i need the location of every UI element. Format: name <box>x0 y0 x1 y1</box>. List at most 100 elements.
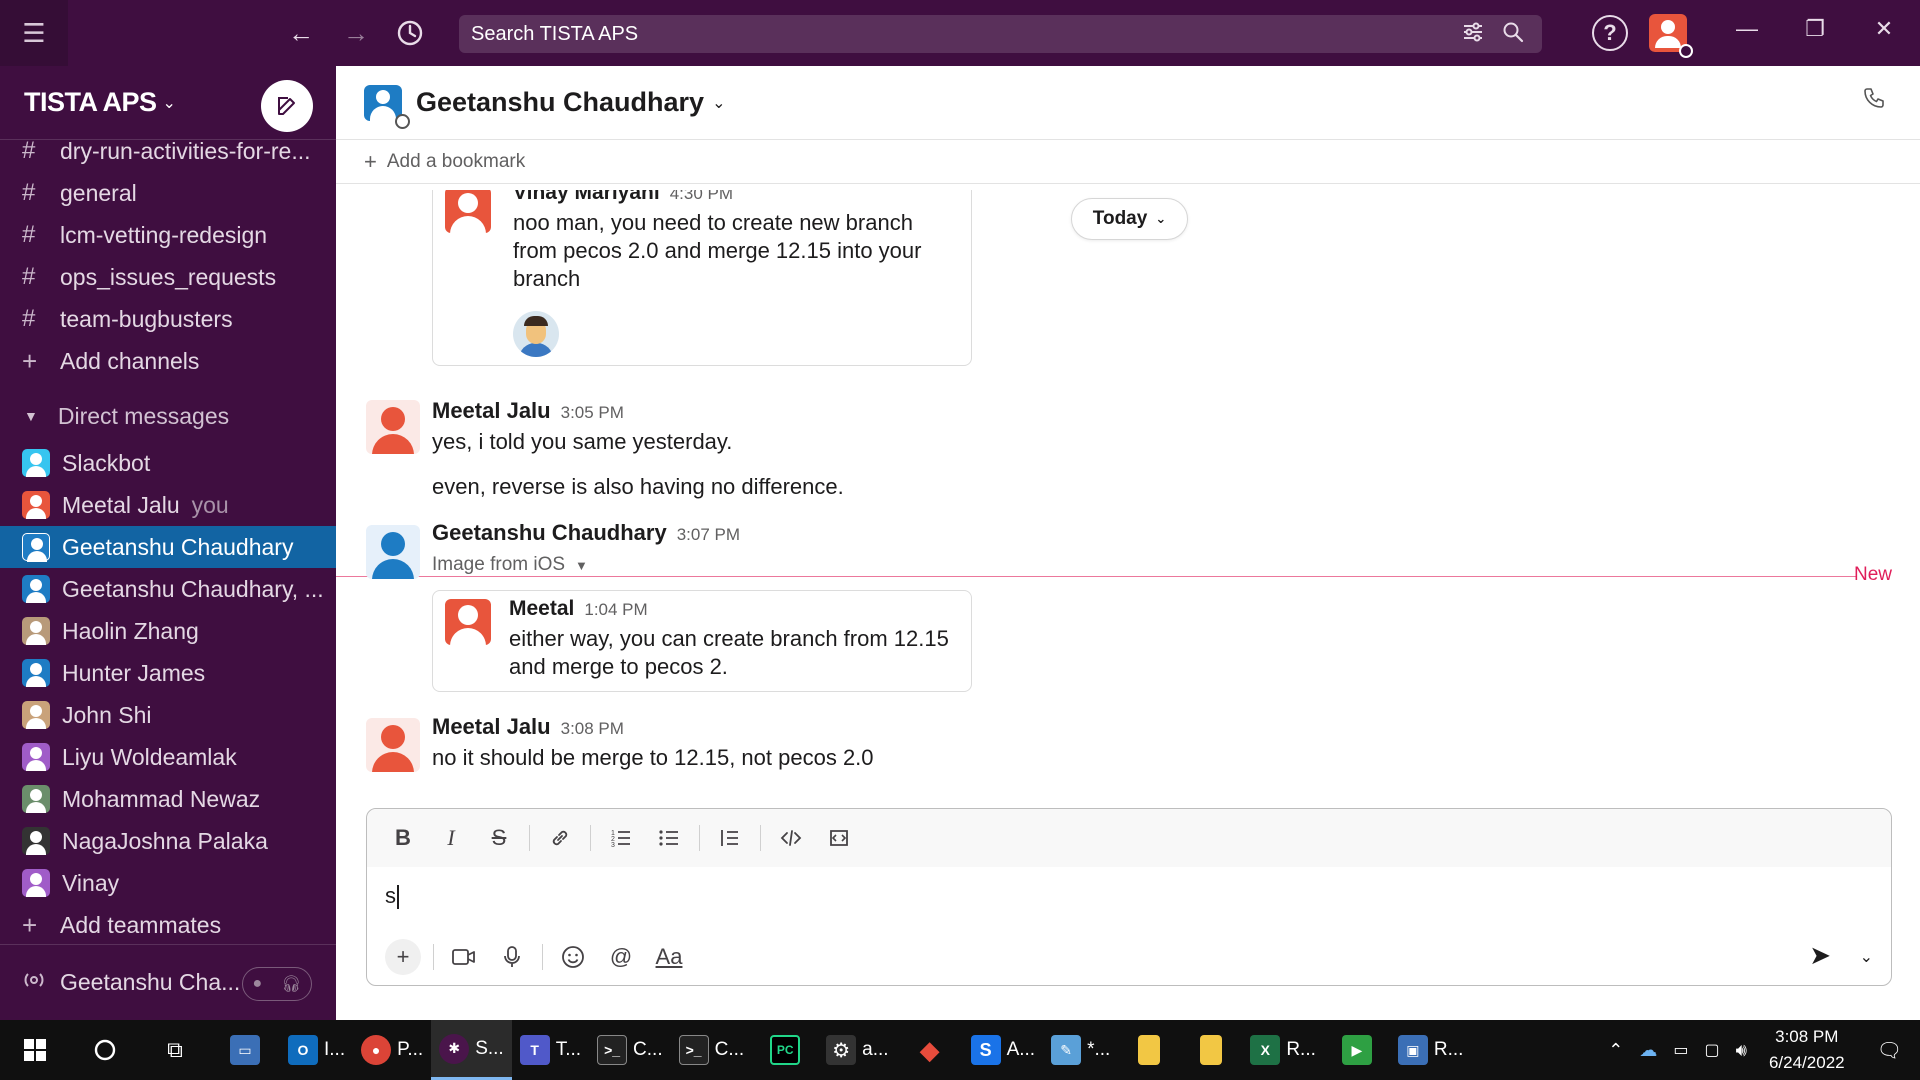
search-filter-icon[interactable] <box>1462 21 1484 49</box>
sidebar-dm[interactable]: Mohammad Newaz <box>0 778 336 820</box>
message-sender[interactable]: Vinay Mariyani 4:30 PM <box>513 190 733 205</box>
user-avatar[interactable] <box>1649 14 1693 58</box>
sidebar-channel[interactable]: # team-bugbusters <box>0 298 336 340</box>
bookmark-bar[interactable]: + Add a bookmark <box>336 140 1920 184</box>
message-time[interactable]: 3:08 PM <box>561 719 624 738</box>
message-sender[interactable]: Meetal Jalu 3:08 PM <box>432 714 624 740</box>
message-time[interactable]: 4:30 PM <box>670 190 733 203</box>
date-divider-button[interactable]: Today ⌄ <box>1071 198 1188 240</box>
bold-icon[interactable]: B <box>385 820 421 856</box>
taskbar-app[interactable] <box>1180 1020 1242 1080</box>
italic-icon[interactable]: I <box>433 820 469 856</box>
shared-message[interactable]: Vinay Mariyani 4:30 PM noo man, you need … <box>432 190 972 366</box>
taskbar-app[interactable]: PC <box>752 1020 818 1080</box>
video-icon[interactable] <box>446 939 482 975</box>
shared-message[interactable]: Meetal 1:04 PM either way, you can create… <box>432 590 972 692</box>
bulleted-list-icon[interactable] <box>651 820 687 856</box>
taskbar-app[interactable]: S A... <box>963 1020 1044 1080</box>
sidebar-dm[interactable]: Vinay <box>0 862 336 904</box>
taskbar-app[interactable]: ▶ <box>1324 1020 1390 1080</box>
phone-icon[interactable] <box>1862 86 1886 117</box>
restore-icon[interactable]: ❐ <box>1797 16 1833 42</box>
message-time[interactable]: 1:04 PM <box>584 600 647 619</box>
blockquote-icon[interactable] <box>712 820 748 856</box>
attach-plus-icon[interactable]: + <box>385 939 421 975</box>
sidebar-dm-group[interactable]: Geetanshu Chaudhary, ... <box>0 568 336 610</box>
taskbar-app[interactable]: X R... <box>1242 1020 1324 1080</box>
menu-icon[interactable]: ☰ <box>0 0 68 66</box>
footer-user-name[interactable]: Geetanshu Cha... <box>60 969 240 996</box>
taskbar-app[interactable] <box>1118 1020 1180 1080</box>
message-sender[interactable]: Geetanshu Chaudhary 3:07 PM <box>432 520 740 546</box>
link-icon[interactable] <box>542 820 578 856</box>
sidebar-dm[interactable]: Haolin Zhang <box>0 610 336 652</box>
laptop-app-icon[interactable]: ▭ <box>210 1020 280 1080</box>
sidebar-dm[interactable]: Liyu Woldeamlak <box>0 736 336 778</box>
taskbar-app[interactable]: ▣ R... <box>1390 1020 1472 1080</box>
ordered-list-icon[interactable]: 123 <box>603 820 639 856</box>
add-teammates-button[interactable]: + Add teammates <box>0 904 336 946</box>
taskbar-app[interactable]: O I... <box>280 1020 353 1080</box>
chevron-down-icon[interactable]: ⌄ <box>712 93 725 113</box>
code-block-icon[interactable] <box>821 820 857 856</box>
taskbar-app[interactable]: >_ C... <box>671 1020 753 1080</box>
cortana-icon[interactable] <box>70 1020 140 1080</box>
sidebar-channel[interactable]: # lcm-vetting-redesign <box>0 214 336 256</box>
sidebar-channel[interactable]: # dry-run-activities-for-re... <box>0 130 336 172</box>
network-icon[interactable]: ▢ <box>1697 1040 1728 1060</box>
send-icon[interactable]: ➤ <box>1809 940 1831 971</box>
taskbar-app-active[interactable]: ✱ S... <box>431 1020 512 1080</box>
forward-arrow-icon[interactable]: → <box>337 14 375 52</box>
chevron-down-icon[interactable]: ⌄ <box>1860 947 1873 967</box>
text-formatting-icon[interactable]: Aa <box>651 939 687 975</box>
dm-section-header[interactable]: ▼ Direct messages <box>0 390 336 442</box>
sidebar-dm-active[interactable]: Geetanshu Chaudhary <box>0 526 336 568</box>
huddle-icon[interactable] <box>22 968 46 998</box>
sidebar-channel[interactable]: # general <box>0 172 336 214</box>
mention-icon[interactable]: @ <box>603 939 639 975</box>
message-composer[interactable]: B I S 123 s + @ Aa ➤ ⌄ <box>366 808 1892 986</box>
avatar[interactable] <box>366 400 420 454</box>
history-icon[interactable] <box>391 14 429 52</box>
windows-start-icon[interactable] <box>0 1038 70 1062</box>
back-arrow-icon[interactable]: ← <box>282 14 320 52</box>
sidebar-dm[interactable]: NagaJoshna Palaka <box>0 820 336 862</box>
microphone-icon[interactable] <box>494 939 530 975</box>
taskbar-app[interactable]: ◆ <box>897 1020 963 1080</box>
battery-icon[interactable]: ▭ <box>1665 1040 1696 1060</box>
help-icon[interactable]: ? <box>1592 15 1628 51</box>
close-icon[interactable]: ✕ <box>1866 16 1902 42</box>
message-sender[interactable]: Meetal Jalu 3:05 PM <box>432 398 624 424</box>
chevron-down-icon[interactable]: ⌄ <box>163 93 176 113</box>
add-channels-button[interactable]: + Add channels <box>0 340 336 382</box>
search-bar[interactable]: Search TISTA APS <box>459 15 1542 53</box>
task-view-icon[interactable]: ⧉ <box>140 1020 210 1080</box>
emoji-icon[interactable] <box>555 939 591 975</box>
sidebar-dm[interactable]: Meetal Jalu you <box>0 484 336 526</box>
message-input[interactable]: s <box>385 883 399 910</box>
notifications-icon[interactable]: 🗨︎ <box>1859 1038 1920 1063</box>
taskbar-app[interactable]: >_ C... <box>589 1020 671 1080</box>
huddle-toggle[interactable]: ● 🎧︎ <box>242 967 312 1001</box>
strikethrough-icon[interactable]: S <box>481 820 517 856</box>
volume-icon[interactable]: 🔊︎ <box>1728 1040 1755 1061</box>
clock[interactable]: 3:08 PM 6/24/2022 <box>1755 1024 1859 1076</box>
file-attachment-toggle[interactable]: Image from iOS ▼ <box>432 554 588 576</box>
search-icon[interactable] <box>1502 21 1524 49</box>
taskbar-app[interactable]: ✎ *... <box>1043 1020 1118 1080</box>
sidebar-channel[interactable]: # ops_issues_requests <box>0 256 336 298</box>
sidebar-dm[interactable]: Hunter James <box>0 652 336 694</box>
channel-title[interactable]: Geetanshu Chaudhary <box>416 87 704 118</box>
chevron-up-icon[interactable]: ⌃ <box>1600 1040 1631 1061</box>
message-time[interactable]: 3:05 PM <box>561 403 624 422</box>
minimize-icon[interactable]: — <box>1729 16 1765 42</box>
message-time[interactable]: 3:07 PM <box>677 525 740 544</box>
compose-icon[interactable] <box>261 80 313 132</box>
taskbar-app[interactable]: T T... <box>512 1020 589 1080</box>
message-sender[interactable]: Meetal 1:04 PM <box>509 597 648 621</box>
avatar[interactable] <box>366 525 420 579</box>
sidebar-dm[interactable]: Slackbot <box>0 442 336 484</box>
code-icon[interactable] <box>773 820 809 856</box>
workspace-name[interactable]: TISTA APS <box>24 87 157 118</box>
onedrive-icon[interactable]: ☁ <box>1631 1040 1665 1061</box>
